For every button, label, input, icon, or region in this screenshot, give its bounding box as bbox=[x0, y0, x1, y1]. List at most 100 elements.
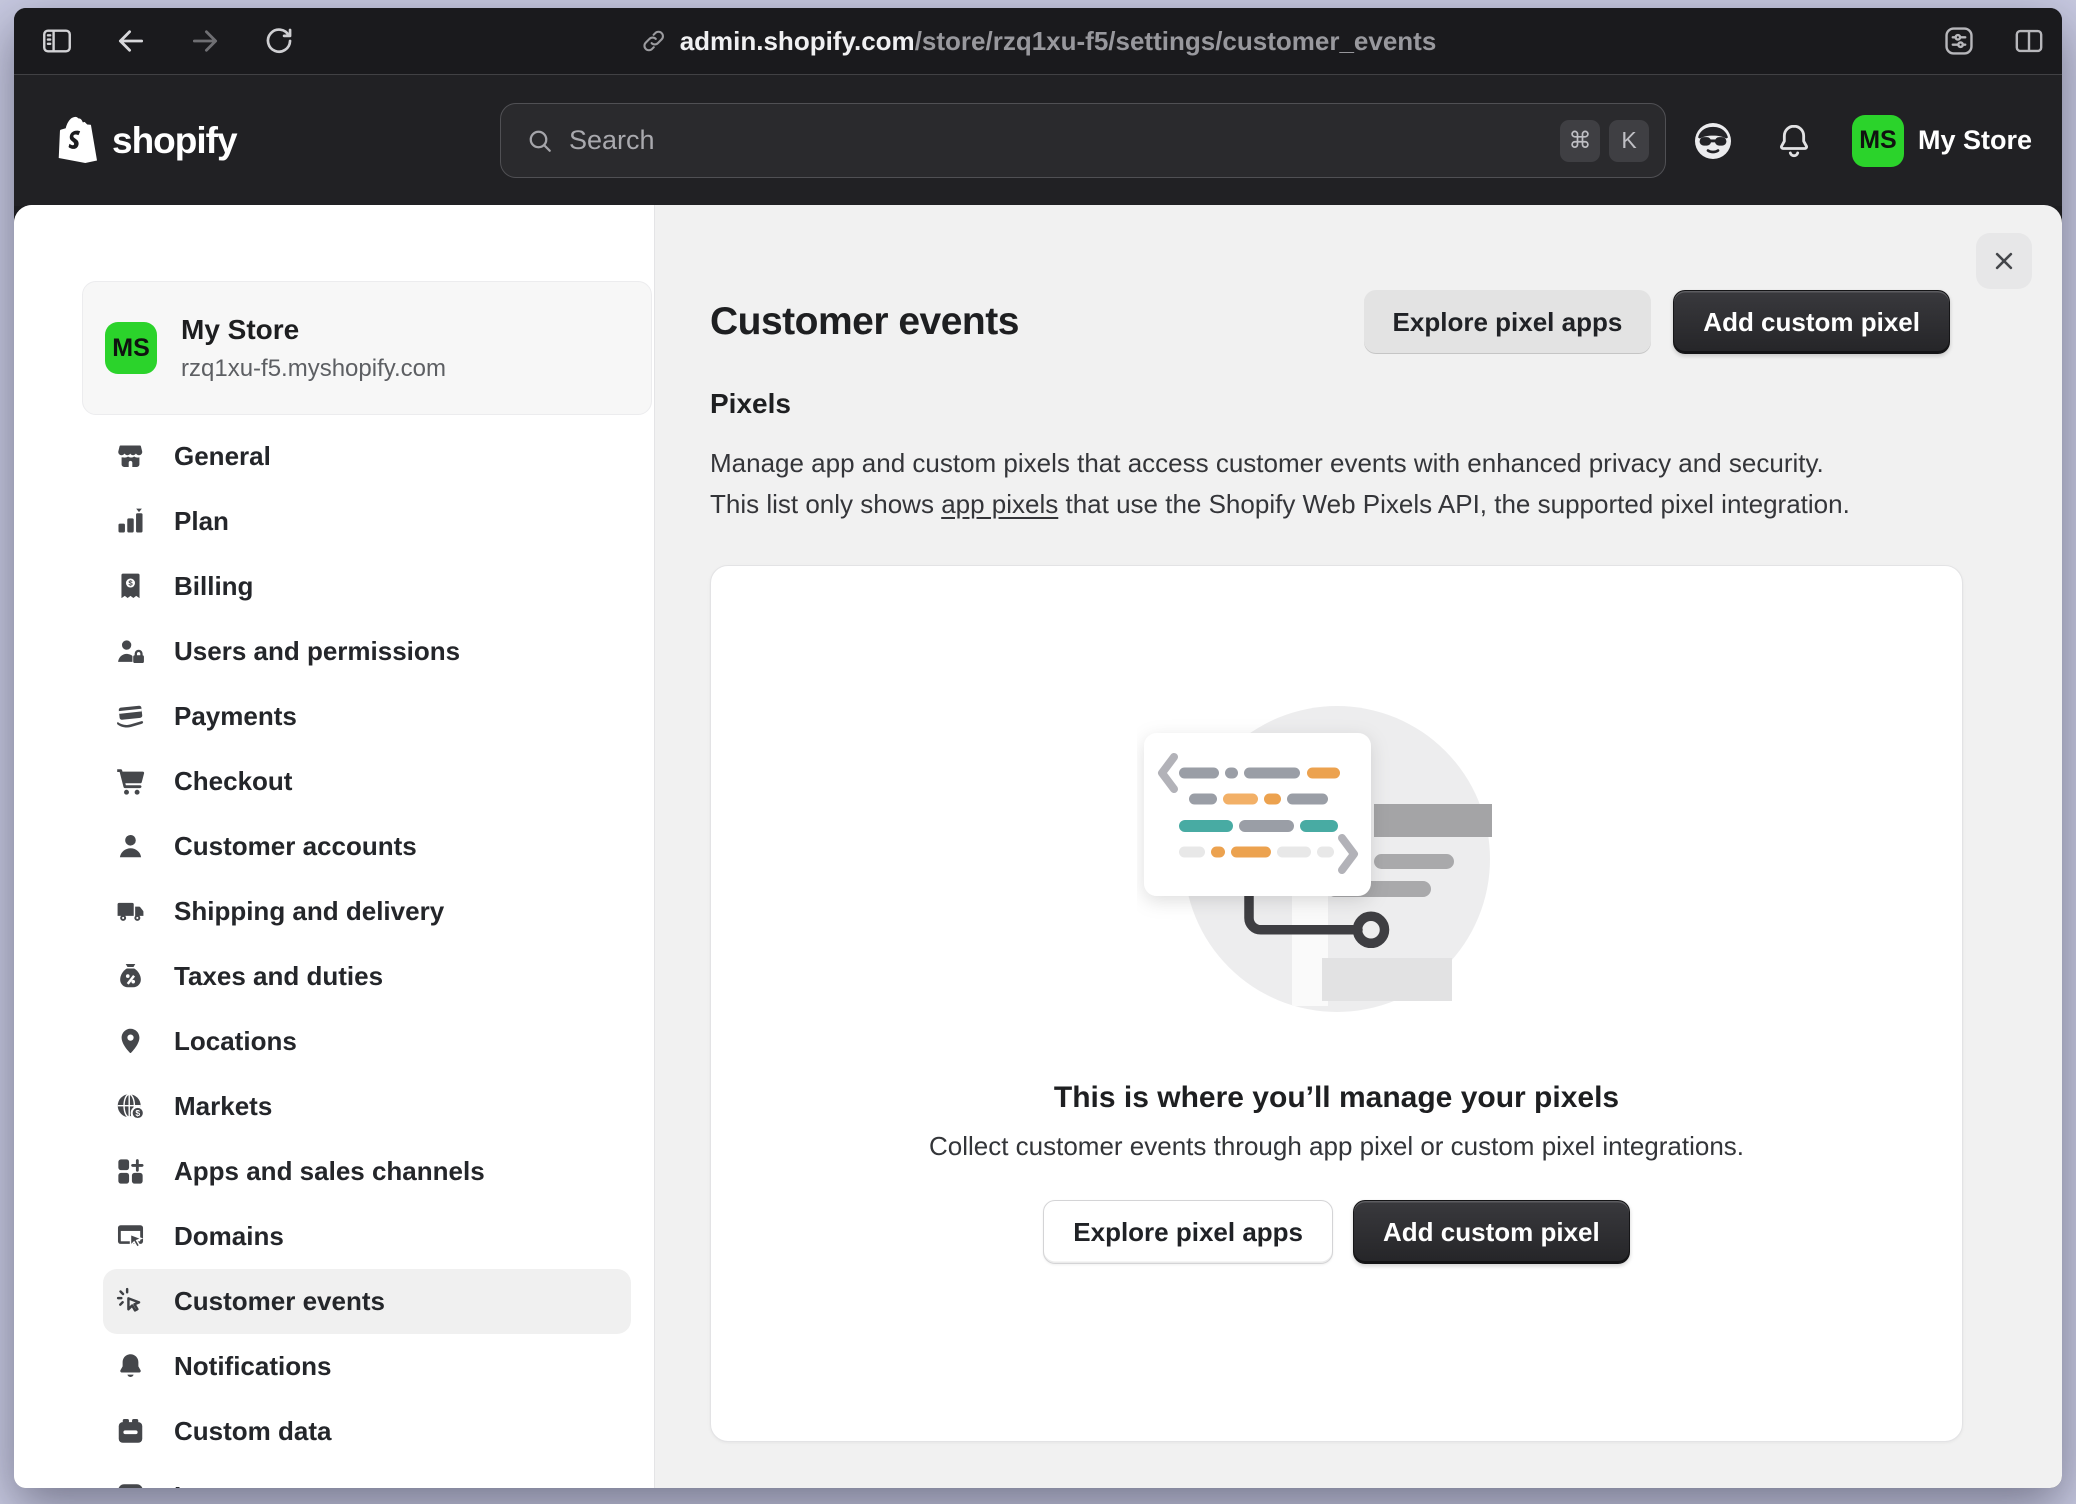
page-title: Customer events bbox=[710, 300, 1019, 344]
page-header: Customer events Explore pixel apps Add c… bbox=[710, 290, 1950, 354]
toolbar-nav-group bbox=[14, 24, 296, 58]
search-placeholder: Search bbox=[569, 125, 1560, 156]
close-icon bbox=[1989, 246, 2019, 276]
store-domain: rzq1xu-f5.myshopify.com bbox=[181, 355, 446, 383]
svg-text:$: $ bbox=[128, 579, 133, 588]
sidebar-item-label: Billing bbox=[174, 571, 253, 602]
taxes-icon bbox=[115, 961, 146, 992]
search-icon bbox=[525, 126, 555, 156]
store-avatar: MS bbox=[1852, 115, 1904, 167]
forward-icon[interactable] bbox=[188, 24, 222, 58]
close-button[interactable] bbox=[1976, 233, 2032, 289]
customize-icon[interactable] bbox=[1942, 24, 1976, 58]
split-view-icon[interactable] bbox=[2012, 24, 2046, 58]
sidebar-item-locations[interactable]: Locations bbox=[103, 1009, 631, 1074]
sidebar-item-label: Checkout bbox=[174, 766, 292, 797]
markets-icon: $ bbox=[115, 1091, 146, 1122]
sidebar-toggle-icon[interactable] bbox=[40, 24, 74, 58]
sidebar-item-label: Users and permissions bbox=[174, 636, 460, 667]
app-pixels-link[interactable]: app pixels bbox=[941, 489, 1058, 519]
sidebar-item-customer-accounts[interactable]: Customer accounts bbox=[103, 814, 631, 879]
locations-icon bbox=[115, 1026, 146, 1057]
checkout-icon bbox=[115, 766, 146, 797]
sidebar-item-payments[interactable]: Payments bbox=[103, 684, 631, 749]
svg-text:$: $ bbox=[135, 1108, 140, 1118]
billing-icon: $ bbox=[115, 571, 146, 602]
sidebar-item-markets[interactable]: $ Markets bbox=[103, 1074, 631, 1139]
sidebar-item-label: Locations bbox=[174, 1026, 297, 1057]
pixels-description: Manage app and custom pixels that access… bbox=[710, 443, 1850, 525]
browser-toolbar: admin.shopify.com/store/rzq1xu-f5/settin… bbox=[14, 8, 2062, 75]
url-host: admin.shopify.com bbox=[680, 26, 915, 56]
search-bar[interactable]: Search ⌘ K bbox=[500, 103, 1666, 178]
page-actions: Explore pixel apps Add custom pixel bbox=[1364, 290, 1950, 354]
shopify-wordmark: shopify bbox=[112, 120, 237, 162]
account-store-name: My Store bbox=[1918, 125, 2032, 156]
sidebar-item-label: Notifications bbox=[174, 1351, 331, 1382]
sidebar-item-label: Custom data bbox=[174, 1416, 331, 1447]
settings-sidebar: MS My Store rzq1xu-f5.myshopify.com Gene… bbox=[14, 205, 655, 1488]
pixels-empty-card: This is where you’ll manage your pixels … bbox=[710, 565, 1963, 1442]
description-line2-pre: This list only shows bbox=[710, 489, 941, 519]
settings-modal: MS My Store rzq1xu-f5.myshopify.com Gene… bbox=[14, 205, 2062, 1488]
users-icon bbox=[115, 636, 146, 667]
pixels-illustration bbox=[1137, 686, 1537, 1051]
sidebar-item-billing[interactable]: $ Billing bbox=[103, 554, 631, 619]
sidebar-item-taxes-and-duties[interactable]: Taxes and duties bbox=[103, 944, 631, 1009]
customer-events-page: Customer events Explore pixel apps Add c… bbox=[655, 205, 2062, 1488]
shopify-header: shopify Search ⌘ K MS My Store bbox=[14, 75, 2062, 206]
sidebar-item-customer-events[interactable]: Customer events bbox=[103, 1269, 631, 1334]
empty-state-title: This is where you’ll manage your pixels bbox=[1054, 1081, 1619, 1115]
sidebar-item-label: Apps and sales channels bbox=[174, 1156, 485, 1187]
sidebar-item-apps-and-sales-channels[interactable]: Apps and sales channels bbox=[103, 1139, 631, 1204]
toolbar-actions-group bbox=[1942, 24, 2062, 58]
settings-nav: General Plan $ Billing Users and permiss… bbox=[103, 424, 631, 1488]
reload-icon[interactable] bbox=[262, 24, 296, 58]
sidebar-item-custom-data[interactable]: Custom data bbox=[103, 1399, 631, 1464]
explore-pixel-apps-button[interactable]: Explore pixel apps bbox=[1364, 290, 1652, 354]
sidebar-item-plan[interactable]: Plan bbox=[103, 489, 631, 554]
notifications-icon bbox=[115, 1351, 146, 1382]
shopify-logo[interactable]: shopify bbox=[58, 75, 237, 206]
back-icon[interactable] bbox=[114, 24, 148, 58]
sidebar-item-label: Markets bbox=[174, 1091, 272, 1122]
apps-icon bbox=[115, 1156, 146, 1187]
explore-pixel-apps-button[interactable]: Explore pixel apps bbox=[1043, 1200, 1333, 1264]
pixels-section-title: Pixels bbox=[710, 388, 791, 420]
plan-icon bbox=[115, 506, 146, 537]
storefront-icon bbox=[115, 441, 146, 472]
notifications-bell-icon[interactable] bbox=[1774, 121, 1814, 161]
sidebar-item-checkout[interactable]: Checkout bbox=[103, 749, 631, 814]
description-line1: Manage app and custom pixels that access… bbox=[710, 448, 1824, 478]
sidebar-item-label: Customer accounts bbox=[174, 831, 417, 862]
languages-icon: A bbox=[115, 1481, 146, 1488]
store-meta: My Store rzq1xu-f5.myshopify.com bbox=[181, 314, 446, 383]
shipping-icon bbox=[115, 896, 146, 927]
customer-accounts-icon bbox=[115, 831, 146, 862]
shopify-bag-icon bbox=[58, 116, 102, 166]
sidebar-item-languages[interactable]: A Languages bbox=[103, 1464, 631, 1488]
description-line2-post: that use the Shopify Web Pixels API, the… bbox=[1058, 489, 1850, 519]
sidebar-item-general[interactable]: General bbox=[103, 424, 631, 489]
address-bar[interactable]: admin.shopify.com/store/rzq1xu-f5/settin… bbox=[640, 8, 1437, 74]
add-custom-pixel-button[interactable]: Add custom pixel bbox=[1673, 290, 1950, 354]
empty-state-actions: Explore pixel apps Add custom pixel bbox=[1043, 1200, 1629, 1264]
browser-window: admin.shopify.com/store/rzq1xu-f5/settin… bbox=[14, 8, 2062, 1488]
custom-data-icon bbox=[115, 1416, 146, 1447]
account-menu[interactable]: MS My Store bbox=[1852, 115, 2032, 167]
payments-icon bbox=[115, 701, 146, 732]
sidebar-item-users-and-permissions[interactable]: Users and permissions bbox=[103, 619, 631, 684]
sidebar-item-shipping-and-delivery[interactable]: Shipping and delivery bbox=[103, 879, 631, 944]
cmd-key-badge: ⌘ bbox=[1560, 120, 1600, 162]
customer-events-icon bbox=[115, 1286, 146, 1317]
sidebar-item-domains[interactable]: Domains bbox=[103, 1204, 631, 1269]
sidebar-item-label: Customer events bbox=[174, 1286, 385, 1317]
header-actions: MS My Store bbox=[1690, 75, 2032, 206]
k-key-badge: K bbox=[1609, 120, 1649, 162]
add-custom-pixel-button[interactable]: Add custom pixel bbox=[1353, 1200, 1630, 1264]
sidekick-icon[interactable] bbox=[1690, 118, 1736, 164]
store-avatar: MS bbox=[105, 322, 157, 374]
sidebar-item-notifications[interactable]: Notifications bbox=[103, 1334, 631, 1399]
search-shortcut: ⌘ K bbox=[1560, 120, 1649, 162]
link-icon bbox=[640, 27, 668, 55]
